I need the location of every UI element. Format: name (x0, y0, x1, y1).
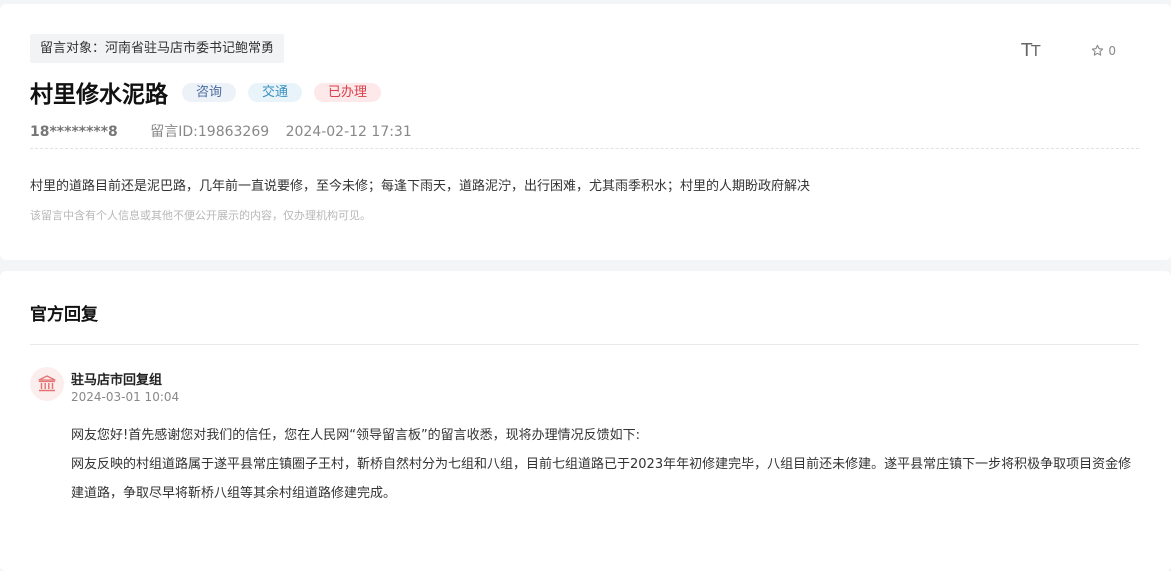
tag-traffic: 交通 (248, 82, 303, 102)
privacy-note: 该留言中含有个人信息或其他不便公开展示的内容，仅办理机构可见。 (30, 209, 371, 222)
message-title: 村里修水泥路 (30, 82, 168, 108)
toolbar: TT 0 (1021, 40, 1116, 61)
avatar (30, 367, 64, 401)
message-target: 留言对象：河南省驻马店市委书记鲍常勇 (30, 34, 285, 63)
government-building-icon (38, 375, 56, 392)
message-card: 留言对象：河南省驻马店市委书记鲍常勇 TT 0 村里修水泥路 咨询 交通 已办理… (0, 4, 1171, 260)
message-meta: 18********8 留言ID:19863269 2024-02-12 17:… (30, 121, 412, 141)
message-datetime: 2024-02-12 17:31 (285, 124, 412, 140)
reply-heading: 官方回复 (30, 305, 98, 325)
tag-consult: 咨询 (182, 82, 237, 102)
reply-paragraph: 网友您好!首先感谢您对我们的信任，您在人民网“领导留言板”的留言收悉，现将办理情… (71, 428, 641, 443)
tag-status-done: 已办理 (314, 82, 382, 102)
reply-org-name: 驻马店市回复组 (71, 373, 163, 388)
favorite-button[interactable]: 0 (1091, 44, 1116, 58)
title-row: 村里修水泥路 咨询 交通 已办理 (30, 75, 393, 109)
reply-card: 官方回复 驻马店市回复组 2024-03-01 10:04 网友您好!首先感谢您… (0, 271, 1171, 571)
message-id: 留言ID:19863269 (150, 124, 270, 140)
message-content: 村里的道路目前还是泥巴路，几年前一直说要修，至今未修；每逢下雨天，道路泥泞，出行… (30, 179, 811, 194)
star-icon (1092, 44, 1104, 56)
divider (30, 148, 1139, 149)
divider (30, 344, 1139, 345)
user-id: 18********8 (30, 124, 118, 140)
favorite-count: 0 (1108, 43, 1116, 58)
text-size-icon[interactable]: TT (1021, 40, 1040, 61)
reply-date: 2024-03-01 10:04 (71, 390, 180, 404)
reply-body: 网友您好!首先感谢您对我们的信任，您在人民网“领导留言板”的留言收悉，现将办理情… (71, 421, 1141, 508)
reply-paragraph: 网友反映的村组道路属于遂平县常庄镇圈子王村，靳桥自然村分为七组和八组，目前七组道… (71, 457, 1132, 501)
